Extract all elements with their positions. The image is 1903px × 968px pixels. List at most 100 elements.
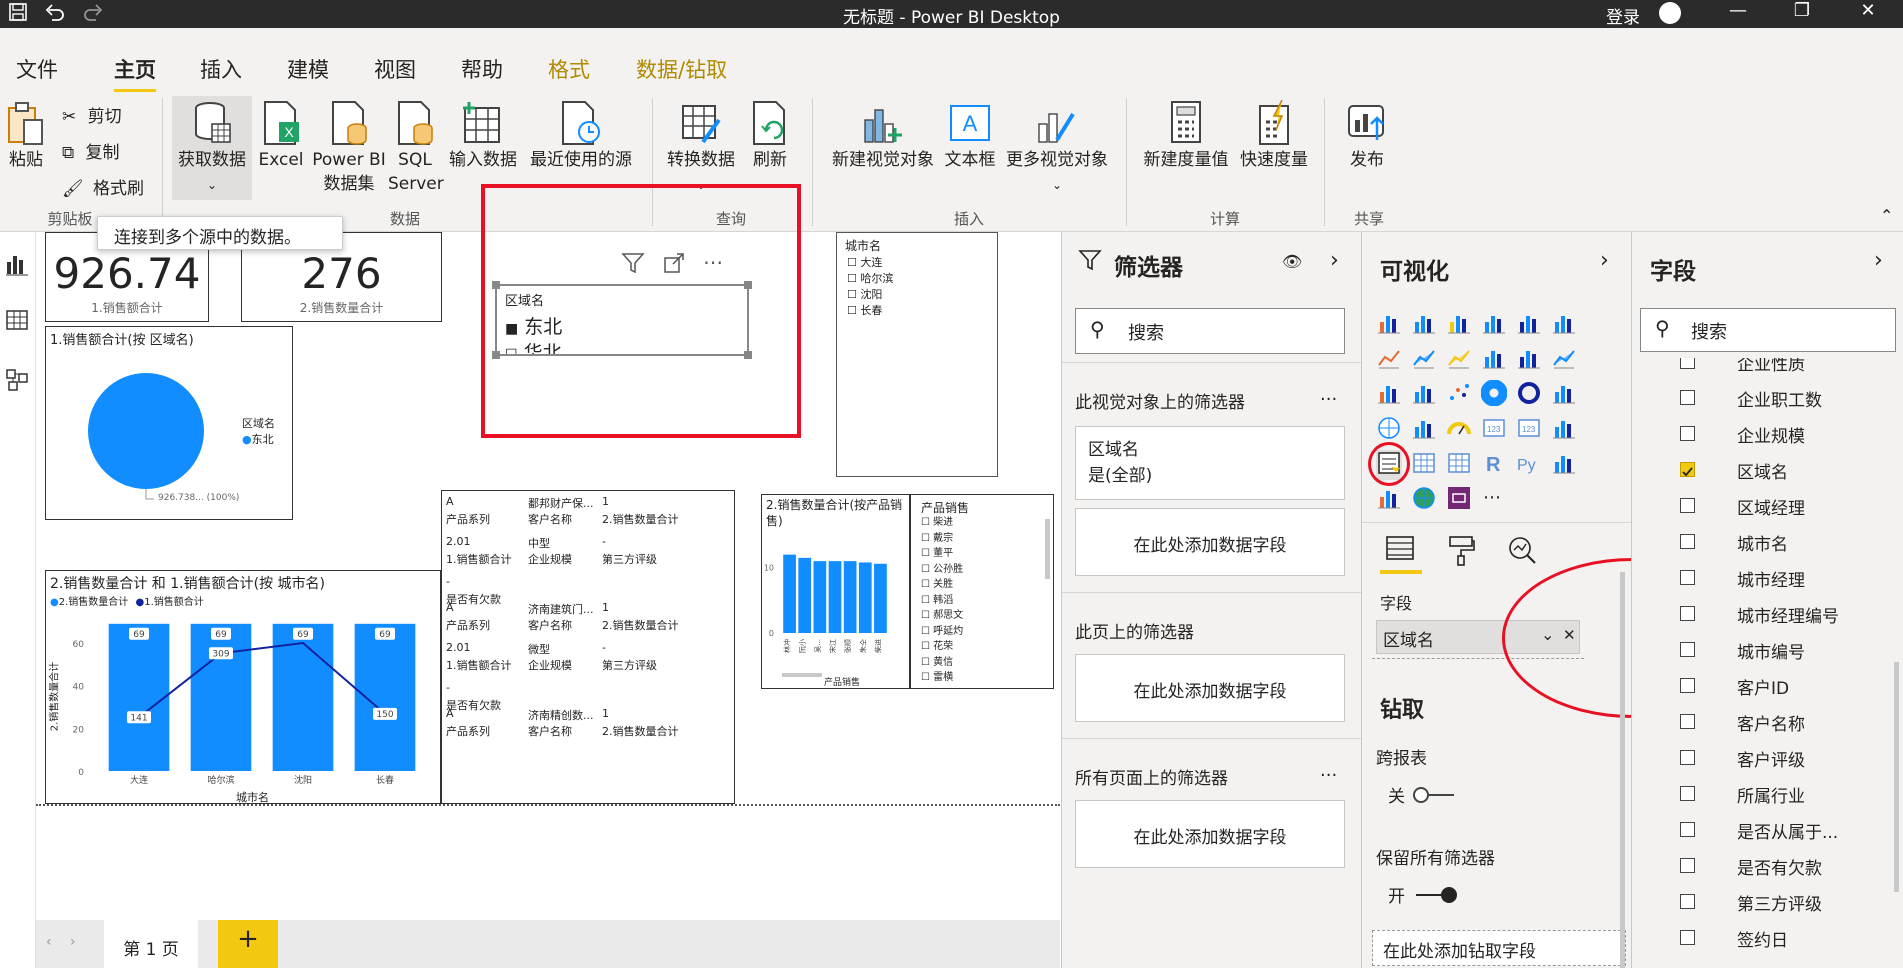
transform-data-button[interactable]: 转换数据 ⌄: [662, 100, 740, 197]
stacked-area-visual-icon[interactable]: [1446, 345, 1472, 375]
new-measure-button[interactable]: 新建度量值: [1138, 100, 1234, 172]
slicer-item[interactable]: ☐ 戴宗: [921, 531, 963, 547]
gauge-visual-icon[interactable]: [1446, 415, 1472, 445]
key-influencers-visual-icon[interactable]: [1551, 450, 1577, 480]
checkbox[interactable]: [1680, 678, 1695, 693]
checkbox-checked[interactable]: [1680, 462, 1695, 477]
field-item[interactable]: 区域名: [1632, 452, 1903, 488]
tab-modeling[interactable]: 建模: [287, 54, 329, 84]
get-data-button[interactable]: 获取数据 ⌄: [172, 96, 252, 200]
product-bar-chart-visual[interactable]: 2.销售数量合计(按产品销售) 0 10 林冲 阮小 吴... 宋江 张顺 朱仝 柴进 产品销售: [761, 494, 910, 689]
checkbox[interactable]: [1680, 570, 1695, 585]
checkbox[interactable]: [1680, 358, 1695, 369]
checkbox[interactable]: [1680, 822, 1695, 837]
multirow-card-visual[interactable]: A 鄱邦财产保... 1 产品系列 客户名称 2.销售数量合计 2.01 中型 -1.销售额合计…: [441, 490, 735, 804]
slicer-item[interactable]: ☐ 关胜: [921, 577, 963, 593]
paste-button[interactable]: 粘贴: [4, 100, 48, 172]
qa-visual-icon[interactable]: [1376, 485, 1402, 515]
arcgis-visual-icon[interactable]: [1411, 485, 1437, 515]
checkbox[interactable]: [1680, 426, 1695, 441]
chevron-right-icon[interactable]: ›: [70, 934, 76, 950]
field-item[interactable]: 企业性质: [1632, 358, 1903, 380]
line-column-visual-icon[interactable]: [1481, 345, 1507, 375]
field-item[interactable]: 城市编号: [1632, 632, 1903, 668]
slicer-item[interactable]: ☐ 郝思文: [921, 608, 963, 624]
field-item[interactable]: 客户评级: [1632, 740, 1903, 776]
ribbon-visual-icon[interactable]: [1551, 345, 1577, 375]
funnel-visual-icon[interactable]: [1411, 380, 1437, 410]
scrollbar[interactable]: [1894, 662, 1899, 892]
checkbox[interactable]: [1680, 894, 1695, 909]
slicer-item[interactable]: ☐ 长春: [847, 303, 893, 319]
field-item[interactable]: 企业职工数: [1632, 380, 1903, 416]
region-slicer[interactable]: 区域名 ■ 东北 ☐ 华北: [492, 281, 752, 359]
more-visuals-button[interactable]: 更多视觉对象 ⌄: [1000, 100, 1114, 197]
pie-visual-icon[interactable]: [1480, 379, 1508, 410]
checkbox[interactable]: [1680, 750, 1695, 765]
field-item[interactable]: 企业规模: [1632, 416, 1903, 452]
cut-button[interactable]: ✂ 剪切: [62, 102, 122, 127]
checkbox[interactable]: [1680, 606, 1695, 621]
treemap-visual-icon[interactable]: [1551, 380, 1577, 410]
table-visual-icon[interactable]: [1411, 450, 1437, 480]
100pct-column-visual-icon[interactable]: [1551, 310, 1577, 340]
tab-data-drill[interactable]: 数据/钻取: [636, 54, 727, 84]
chevron-right-icon[interactable]: ›: [1330, 248, 1339, 273]
publish-button[interactable]: 发布: [1340, 100, 1394, 172]
recent-sources-button[interactable]: 最近使用的源: [524, 100, 638, 172]
checkbox[interactable]: [1680, 534, 1695, 549]
slicer-item-northeast[interactable]: ■ 东北: [505, 312, 562, 339]
map-visual-icon[interactable]: [1376, 415, 1402, 445]
slicer-item[interactable]: ☐ 沈阳: [847, 287, 893, 303]
fields-well-icon[interactable]: [1384, 532, 1416, 568]
slicer-item[interactable]: ☐ 哈尔滨: [847, 271, 893, 287]
slicer-item[interactable]: ☐ 大连: [847, 255, 893, 271]
refresh-button[interactable]: 刷新: [746, 100, 794, 172]
power-apps-visual-icon[interactable]: [1446, 485, 1472, 515]
checkbox[interactable]: [1680, 786, 1695, 801]
field-item[interactable]: 是否有欠款: [1632, 848, 1903, 884]
sql-server-button[interactable]: SQL Server: [388, 100, 444, 196]
fields-search-input[interactable]: ⚲ 搜索: [1640, 308, 1896, 352]
card-visual-icon[interactable]: 123: [1481, 415, 1507, 445]
field-item[interactable]: 签约日: [1632, 920, 1903, 956]
avatar[interactable]: [1659, 2, 1681, 24]
filled-map-visual-icon[interactable]: [1411, 415, 1437, 445]
100pct-bar-visual-icon[interactable]: [1516, 310, 1542, 340]
cross-report-toggle[interactable]: [1412, 786, 1456, 804]
analytics-magnifier-icon[interactable]: [1506, 534, 1538, 570]
checkbox[interactable]: [1680, 498, 1695, 513]
checkbox[interactable]: [1680, 390, 1695, 405]
slicer-item[interactable]: ☐ 董平: [921, 546, 963, 562]
area-visual-icon[interactable]: [1411, 345, 1437, 375]
checkbox[interactable]: [1680, 642, 1695, 657]
field-item[interactable]: 区域经理: [1632, 488, 1903, 524]
resize-handle[interactable]: [492, 281, 500, 289]
excel-button[interactable]: X Excel: [258, 100, 304, 172]
text-box-button[interactable]: A 文本框: [940, 100, 1000, 172]
add-drill-field-zone[interactable]: 在此处添加钻取字段: [1372, 930, 1626, 966]
field-item[interactable]: 第三方评级: [1632, 884, 1903, 920]
filter-card-region[interactable]: 区域名 是(全部): [1075, 426, 1345, 500]
keep-filters-toggle[interactable]: [1412, 886, 1457, 904]
product-slicer[interactable]: 产品销售 ☐ 柴进 ☐ 戴宗 ☐ 董平 ☐ 公孙胜 ☐ 关胜 ☐ 韩滔 ☐ 郝思文 ☐ 呼延灼…: [910, 494, 1054, 689]
scatter-visual-icon[interactable]: [1446, 380, 1472, 410]
report-canvas[interactable]: 926.74 1.销售额合计 276 2.销售数量合计 ⋯ 区域名 ■ 东北 ☐…: [36, 184, 1060, 920]
add-report-filter-zone[interactable]: 在此处添加数据字段: [1075, 800, 1345, 868]
minimize-button[interactable]: —: [1718, 0, 1758, 21]
multirow-card-visual-icon[interactable]: 123: [1516, 415, 1542, 445]
stacked-column-visual-icon[interactable]: [1411, 310, 1437, 340]
field-item[interactable]: 城市经理编号: [1632, 596, 1903, 632]
chevron-right-icon[interactable]: ›: [1600, 248, 1609, 273]
line-visual-icon[interactable]: [1376, 345, 1402, 375]
more-options-icon[interactable]: ...: [1320, 760, 1337, 781]
combo-chart-visual[interactable]: 2.销售数量合计 和 1.销售额合计(按 城市名) ●2.销售数量合计 ●1.销…: [45, 570, 441, 804]
chevron-right-icon[interactable]: ›: [1874, 248, 1883, 273]
scrollbar[interactable]: [1045, 519, 1050, 579]
field-item[interactable]: 所属行业: [1632, 776, 1903, 812]
slicer-item[interactable]: ☐ 韩滔: [921, 593, 963, 609]
tab-format[interactable]: 格式: [548, 54, 590, 84]
sign-in-link[interactable]: 登录: [1606, 3, 1640, 28]
data-view-icon[interactable]: [5, 308, 29, 336]
format-painter-button[interactable]: 🖌 格式刷: [62, 174, 144, 199]
